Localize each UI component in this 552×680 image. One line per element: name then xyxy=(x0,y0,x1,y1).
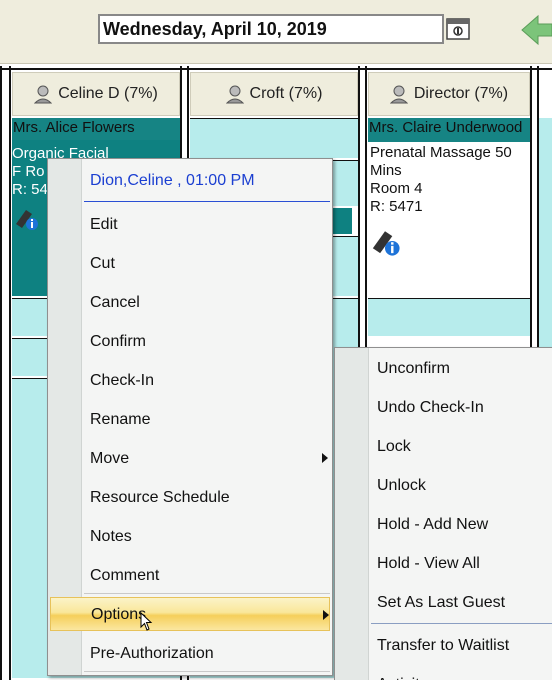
person-icon xyxy=(389,85,408,104)
appointment-ref: R: 54 xyxy=(12,181,48,198)
green-left-arrow-icon[interactable] xyxy=(520,12,552,48)
menu-item-edit[interactable]: Edit xyxy=(48,205,332,244)
menu-item-pre-authorization[interactable]: Pre-Authorization xyxy=(48,634,332,673)
calendar-icon[interactable] xyxy=(446,16,470,40)
appointment-line: F Ro xyxy=(12,163,45,180)
menu-item-hold-view-all[interactable]: Hold - View All xyxy=(335,544,552,583)
menu-separator xyxy=(84,593,330,594)
menu-item-move[interactable]: Move xyxy=(48,439,332,478)
menu-item-notes[interactable]: Notes xyxy=(48,517,332,556)
submenu-arrow-icon xyxy=(322,453,328,463)
time-slot[interactable] xyxy=(190,118,358,158)
menu-item-cut[interactable]: Cut xyxy=(48,244,332,283)
mouse-cursor-icon xyxy=(140,612,153,631)
appointment-service: Prenatal Massage 50 Mins xyxy=(370,144,512,179)
column-label: Director (7%) xyxy=(413,85,509,102)
menu-item-transfer-to-waitlist[interactable]: Transfer to Waitlist xyxy=(335,626,552,665)
date-toolbar: Wednesday, April 10, 2019 xyxy=(0,0,552,64)
menu-item-undo-check-in[interactable]: Undo Check-In xyxy=(335,388,552,427)
menu-separator xyxy=(371,623,552,624)
phone-info-icon[interactable] xyxy=(368,224,402,258)
menu-item-options[interactable]: Options xyxy=(50,597,330,631)
column-label: Celine D (7%) xyxy=(58,85,158,102)
menu-item-hold-add-new[interactable]: Hold - Add New xyxy=(335,505,552,544)
date-field[interactable]: Wednesday, April 10, 2019 xyxy=(98,14,444,44)
appointment-block-director[interactable]: Prenatal Massage 50 Mins Room 4 R: 5471 xyxy=(368,142,530,296)
menu-item-confirm[interactable]: Confirm xyxy=(48,322,332,361)
submenu-arrow-icon xyxy=(323,610,329,620)
scheduler-screen: Wednesday, April 10, 2019 Mrs. Alice Flo… xyxy=(0,0,552,680)
grid-top-line xyxy=(0,68,552,70)
menu-separator xyxy=(84,671,330,672)
menu-separator xyxy=(84,201,330,202)
person-icon xyxy=(34,85,53,104)
column-header-croft[interactable]: Croft (7%) xyxy=(190,72,358,116)
menu-item-set-as-last-guest[interactable]: Set As Last Guest xyxy=(335,583,552,622)
menu-item-activity[interactable]: Activity xyxy=(335,665,552,680)
appointment-room: Room 4 xyxy=(370,180,423,197)
menu-item-unconfirm[interactable]: Unconfirm xyxy=(335,349,552,388)
menu-item-lock[interactable]: Lock xyxy=(335,427,552,466)
menu-item-comment[interactable]: Comment xyxy=(48,556,332,595)
menu-item-rename[interactable]: Rename xyxy=(48,400,332,439)
menu-item-cancel[interactable]: Cancel xyxy=(48,283,332,322)
appointment-context-menu: Dion,Celine , 01:00 PM Edit Cut Cancel C… xyxy=(47,158,333,676)
menu-header: Dion,Celine , 01:00 PM xyxy=(90,172,255,189)
options-submenu: Unconfirm Undo Check-In Lock Unlock Hold… xyxy=(334,347,552,680)
column-label: Croft (7%) xyxy=(249,85,323,102)
appointment-client: Mrs. Alice Flowers xyxy=(12,118,180,140)
person-icon xyxy=(225,85,244,104)
menu-item-check-in[interactable]: Check-In xyxy=(48,361,332,400)
appointment-ref: R: 5471 xyxy=(370,198,423,215)
menu-item-unlock[interactable]: Unlock xyxy=(335,466,552,505)
grid-divider xyxy=(0,66,2,680)
menu-item-resource-schedule[interactable]: Resource Schedule xyxy=(48,478,332,517)
column-header-director[interactable]: Director (7%) xyxy=(368,72,530,116)
grid-divider xyxy=(9,66,11,680)
phone-info-icon[interactable] xyxy=(12,204,40,232)
appointment-client: Mrs. Claire Underwood xyxy=(368,118,530,142)
time-slot[interactable] xyxy=(368,298,530,336)
column-header-celine[interactable]: Celine D (7%) xyxy=(12,72,180,116)
